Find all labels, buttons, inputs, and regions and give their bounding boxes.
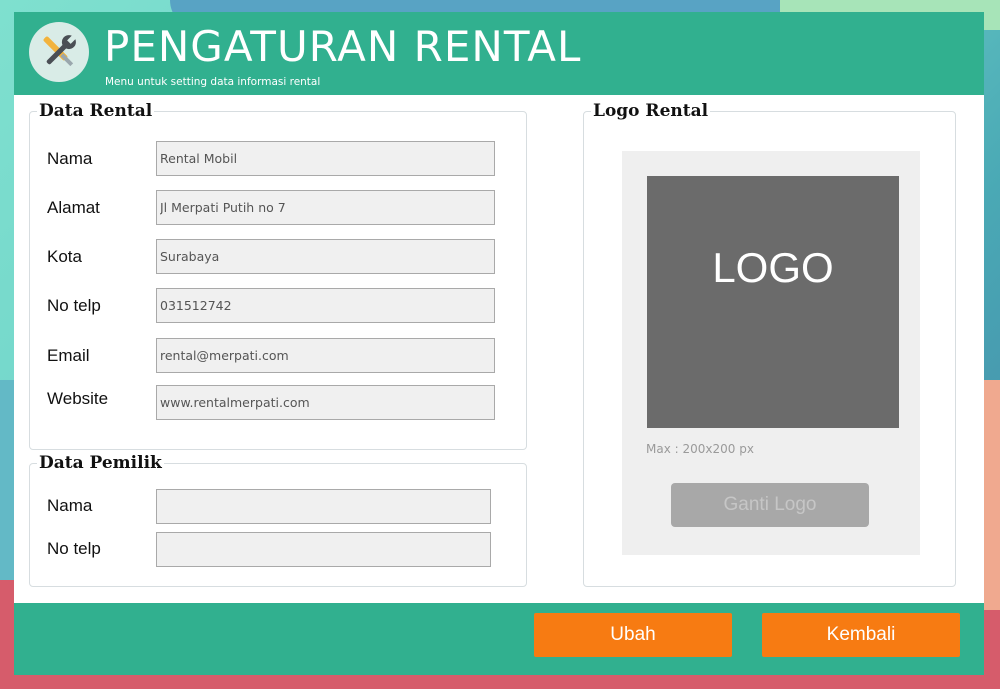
- data-pemilik-panel: Data Pemilik Nama No telp: [29, 453, 527, 587]
- logo-placeholder-text: LOGO: [712, 244, 834, 291]
- rental-website-field[interactable]: [156, 385, 495, 420]
- logo-placeholder: LOGO: [647, 176, 899, 428]
- owner-name-field[interactable]: [156, 489, 491, 524]
- logo-size-hint: Max : 200x200 px: [646, 442, 754, 456]
- owner-name-label: Nama: [47, 496, 93, 515]
- owner-phone-label: No telp: [47, 539, 101, 558]
- page-title: PENGATURAN RENTAL: [104, 22, 582, 71]
- rental-city-field[interactable]: [156, 239, 495, 274]
- header-bar: PENGATURAN RENTAL Menu untuk setting dat…: [14, 12, 984, 95]
- rental-email-label: Email: [47, 346, 90, 365]
- save-button[interactable]: Ubah: [534, 613, 732, 657]
- footer-bar: Ubah Kembali: [14, 603, 984, 675]
- logo-rental-panel: Logo Rental LOGO Max : 200x200 px Ganti …: [583, 101, 956, 587]
- data-pemilik-title: Data Pemilik: [37, 453, 164, 473]
- rental-phone-field[interactable]: [156, 288, 495, 323]
- rental-website-label: Website: [47, 389, 109, 408]
- data-rental-title: Data Rental: [37, 101, 155, 121]
- rental-name-label: Nama: [47, 149, 93, 168]
- rental-city-label: Kota: [47, 247, 82, 266]
- owner-phone-field[interactable]: [156, 532, 491, 567]
- rental-address-label: Alamat: [47, 198, 100, 217]
- tools-icon: [29, 22, 89, 82]
- page-subtitle: Menu untuk setting data informasi rental: [105, 76, 321, 88]
- rental-email-field[interactable]: [156, 338, 495, 373]
- rental-address-field[interactable]: [156, 190, 495, 225]
- logo-rental-title: Logo Rental: [591, 101, 711, 121]
- back-button[interactable]: Kembali: [762, 613, 960, 657]
- data-rental-panel: Data Rental Nama Alamat Kota No telp Ema…: [29, 101, 527, 450]
- change-logo-button[interactable]: Ganti Logo: [671, 483, 869, 527]
- logo-area: LOGO Max : 200x200 px Ganti Logo: [622, 151, 920, 555]
- rental-phone-label: No telp: [47, 296, 101, 315]
- settings-window: PENGATURAN RENTAL Menu untuk setting dat…: [14, 12, 984, 675]
- rental-name-field[interactable]: [156, 141, 495, 176]
